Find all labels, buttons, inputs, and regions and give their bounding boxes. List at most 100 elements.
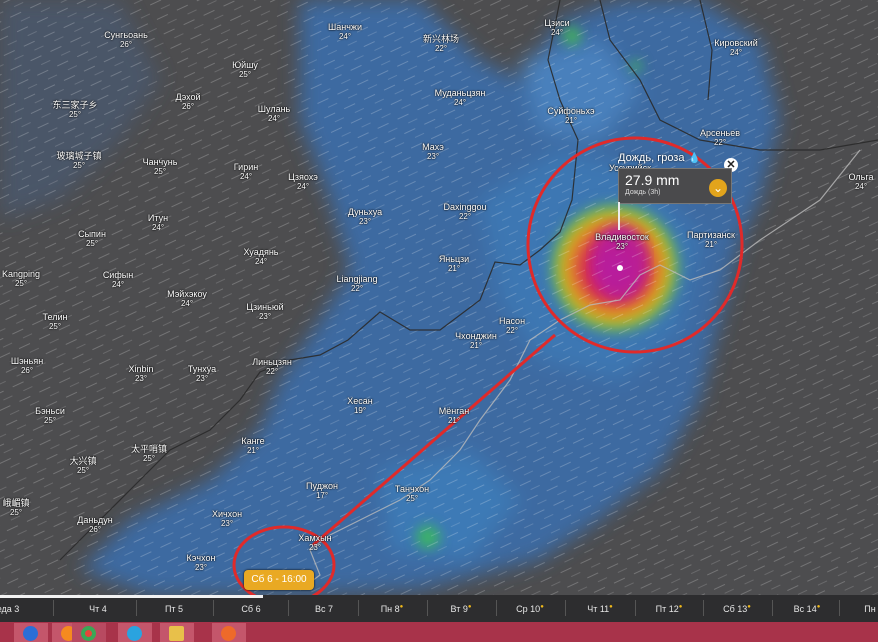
city-label: Хичхон 23° [212,509,242,529]
timeline-separator [136,600,137,616]
city-name: Kangping [1,269,41,279]
city-name: Сунгьоань [104,30,148,40]
timeline-day[interactable]: Пт 5 [165,604,183,614]
city-name: Кэчхон [186,553,216,563]
city-label: 玻璃城子镇 25° [56,151,101,171]
timeline-separator [839,600,840,616]
timeline-day[interactable]: еда 3 [0,604,19,614]
city-label: Шэньян 26° [11,356,43,376]
location-marker[interactable] [617,265,623,271]
city-name: Шэньян [10,356,44,366]
timeline-separator [565,600,566,616]
city-temperature: 23° [194,563,208,572]
city-temperature: 17° [315,491,329,500]
telegram-icon[interactable] [118,623,152,642]
city-name: Мёнган [438,406,470,416]
city-label: 峨嵋镇 25° [2,498,29,518]
city-temperature: 23° [134,374,148,383]
city-name: 玻璃城子镇 [56,151,102,161]
city-temperature: 23° [358,217,372,226]
city-label: Телин 25° [43,312,68,332]
city-name: Хесан [347,396,373,406]
weather-map[interactable]: Сунгьоань 26° Шанчжи 24° 新兴林场 22° Цзиси 24° Киро… [0,0,878,595]
taskbar [0,622,878,642]
timeline-separator [427,600,428,616]
timeline-separator [635,600,636,616]
city-temperature: 21° [447,264,461,273]
time-label[interactable]: Сб 6 - 16:00 [244,570,314,590]
city-temperature: 23° [308,543,322,552]
city-temperature: 24° [338,32,352,41]
city-label: Дэхой 26° [175,92,200,112]
city-label: Махэ 23° [422,142,444,162]
timeline-day[interactable]: Пн 8● [381,604,404,614]
city-name: Хуадянь [243,247,279,257]
city-temperature: 24° [729,48,743,57]
timeline-day[interactable]: Сб 6 [241,604,260,614]
city-temperature: 23° [615,242,629,251]
city-temperature: 23° [258,312,272,321]
city-temperature: 25° [153,167,167,176]
city-label: 太平哨镇 25° [131,444,167,464]
city-label: Kangping 25° [2,269,40,289]
timeline-day[interactable]: Пт 12● [656,604,683,614]
folder-icon[interactable] [160,623,194,642]
city-temperature: 22° [434,44,448,53]
city-temperature: 24° [239,172,253,181]
city-label: Юйшу 25° [232,60,258,80]
city-temperature: 21° [246,446,260,455]
city-label: Гирин 24° [234,162,258,182]
city-label: Шанчжи 24° [328,22,362,42]
city-name: Шулань [257,104,291,114]
timeline-day[interactable]: Вт 9● [451,604,472,614]
city-name: Мэйхэкоу [167,289,207,299]
timeline-day[interactable]: Вс 14● [794,604,821,614]
city-name: Владивосток [595,232,649,242]
city-name: Муданьцзян [434,88,486,98]
city-temperature: 23° [220,519,234,528]
city-label: Муданьцзян 24° [435,88,486,108]
city-temperature: 24° [180,299,194,308]
city-label: Чхонджин 21° [455,331,497,351]
city-temperature: 23° [195,374,209,383]
city-label: Мэйхэкоу 24° [167,289,207,309]
city-label: Канге 21° [241,436,264,456]
timeline-separator [53,600,54,616]
city-temperature: 25° [43,416,57,425]
city-temperature: 19° [353,406,367,415]
city-temperature: 22° [350,284,364,293]
city-name: Бэньси [35,406,65,416]
popup-pin [618,202,620,230]
timeline-day[interactable]: Сб 13● [723,604,751,614]
city-label: Линьцзян 22° [252,357,292,377]
city-name: Канге [241,436,265,446]
timeline-day[interactable]: Чт 4 [89,604,107,614]
timeline-day[interactable]: Вс 7 [315,604,333,614]
city-temperature: 24° [151,223,165,232]
timeline-day[interactable]: Чт 11● [587,604,613,614]
timeline-day[interactable]: Пн [864,604,875,614]
city-temperature: 24° [550,28,564,37]
city-name: Тунхуа [187,364,217,374]
city-temperature: 26° [88,525,102,534]
city-label: Итун 24° [148,213,168,233]
media-icon[interactable] [212,623,246,642]
timeline-progress[interactable] [0,595,263,598]
timeline-day[interactable]: Ср 10● [516,604,544,614]
city-label: Цзяохэ 24° [288,172,318,192]
city-name: Ольга [848,172,874,182]
city-name: 新兴林场 [422,34,460,44]
city-name: Цзяохэ [288,172,318,182]
city-temperature: 26° [181,102,195,111]
city-label: Daxinggou 22° [443,202,486,222]
city-temperature: 25° [9,508,23,517]
city-name: Сифын [102,270,134,280]
browser-icon[interactable] [14,623,48,642]
city-label: 东三家子乡 25° [52,100,97,120]
city-name: 大兴镇 [69,456,97,466]
city-label: Кэчхон 23° [187,553,216,573]
chevron-down-icon[interactable]: ⌄ [709,179,727,197]
chrome-icon[interactable] [72,623,106,642]
city-label: Сифын 24° [103,270,133,290]
city-temperature: 21° [469,341,483,350]
